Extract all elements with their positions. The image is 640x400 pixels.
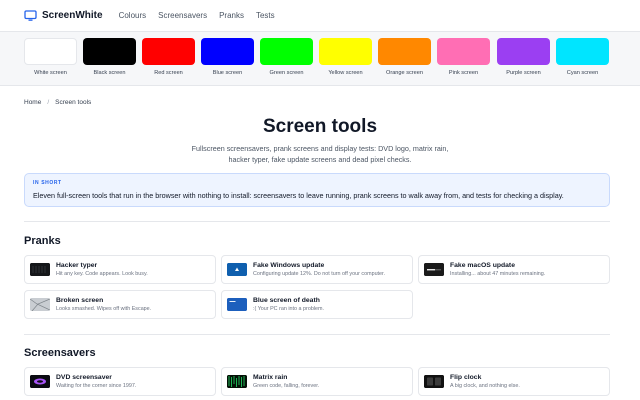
swatch-label: Red screen [154, 70, 183, 76]
page-subtitle: Fullscreen screensavers, prank screens a… [191, 144, 449, 164]
swatch-color[interactable] [260, 38, 313, 65]
section-divider [24, 334, 610, 335]
card-broken-screen[interactable]: Broken screen Looks smashed. Wipes off w… [24, 290, 216, 319]
swatch-color[interactable] [24, 38, 77, 65]
in-short-box: IN SHORT Eleven full-screen tools that r… [24, 173, 610, 207]
swatch-label: Orange screen [385, 70, 423, 76]
section-divider [24, 221, 610, 222]
card-title: Matrix rain [253, 374, 288, 381]
card-desc: Looks smashed. Wipes off with Escape. [56, 306, 152, 312]
card-flip-clock[interactable]: Flip clock A big clock, and nothing else… [418, 367, 610, 396]
breadcrumb-current: Screen tools [55, 99, 92, 106]
swatch-cyan[interactable]: Cyan screen [556, 38, 609, 76]
card-title: Hacker typer [56, 262, 98, 269]
swatch-label: Pink screen [448, 70, 479, 76]
nav-pranks[interactable]: Pranks [219, 11, 244, 20]
swatch-purple[interactable]: Purple screen [497, 38, 550, 76]
card-title: DVD screensaver [56, 374, 112, 381]
breadcrumb: Home / Screen tools [24, 99, 91, 106]
swatch-black[interactable]: Black screen [83, 38, 136, 76]
colour-swatch-bar: White screen Black screen Red screen Blu… [0, 32, 640, 86]
swatch-color[interactable] [319, 38, 372, 65]
card-desc: Waiting for the corner since 1997. [56, 383, 137, 389]
page-title: Screen tools [262, 116, 378, 137]
swatch-label: Blue screen [212, 70, 243, 76]
card-title: Flip clock [450, 374, 482, 381]
card-desc: Installing... about 47 minutes remaining… [450, 271, 546, 277]
section-title-pranks: Pranks [24, 235, 61, 247]
card-desc: A big clock, and nothing else. [450, 383, 520, 389]
swatch-label: Cyan screen [566, 70, 599, 76]
breadcrumb-home[interactable]: Home [24, 99, 41, 106]
card-title: Fake macOS update [450, 262, 515, 269]
monitor-icon [24, 9, 37, 22]
swatch-blue[interactable]: Blue screen [201, 38, 254, 76]
swatch-pink[interactable]: Pink screen [437, 38, 490, 76]
card-desc: :( Your PC ran into a problem. [253, 306, 325, 312]
swatch-color[interactable] [556, 38, 609, 65]
swatch-color[interactable] [378, 38, 431, 65]
dvd-logo-icon [30, 375, 50, 388]
card-fake-macos-update[interactable]: Fake macOS update Installing... about 47… [418, 255, 610, 284]
nav-screensavers[interactable]: Screensavers [158, 11, 207, 20]
swatch-yellow[interactable]: Yellow screen [319, 38, 372, 76]
swatch-color[interactable] [201, 38, 254, 65]
matrix-rain-icon [227, 375, 247, 388]
card-desc: Hit any key. Code appears. Look busy. [56, 271, 148, 277]
swatch-red[interactable]: Red screen [142, 38, 195, 76]
macos-update-icon [424, 263, 444, 276]
card-title: Blue screen of death [253, 297, 320, 304]
card-title: Broken screen [56, 297, 104, 304]
info-text: Eleven full-screen tools that run in the… [33, 191, 564, 200]
swatch-green[interactable]: Green screen [260, 38, 313, 76]
nav-colours[interactable]: Colours [119, 11, 147, 20]
card-fake-windows-update[interactable]: Fake Windows update Configuring update 1… [221, 255, 413, 284]
broken-screen-icon [30, 298, 50, 311]
card-title: Fake Windows update [253, 262, 325, 269]
card-dvd-screensaver[interactable]: DVD screensaver Waiting for the corner s… [24, 367, 216, 396]
swatch-orange[interactable]: Orange screen [378, 38, 431, 76]
hacker-terminal-icon [30, 263, 50, 276]
breadcrumb-separator: / [47, 99, 50, 106]
swatch-color[interactable] [497, 38, 550, 65]
card-blue-screen-of-death[interactable]: Blue screen of death :( Your PC ran into… [221, 290, 413, 319]
card-hacker-typer[interactable]: Hacker typer Hit any key. Code appears. … [24, 255, 216, 284]
section-title-screensavers: Screensavers [24, 347, 96, 359]
swatch-color[interactable] [437, 38, 490, 65]
top-nav: ScreenWhite Colours Screensavers Pranks … [0, 0, 640, 31]
app-name[interactable]: ScreenWhite [42, 10, 103, 21]
windows-update-icon [227, 263, 247, 276]
swatch-label: White screen [34, 70, 67, 76]
swatch-white[interactable]: White screen [24, 38, 77, 76]
swatch-label: Black screen [93, 70, 126, 76]
card-matrix-rain[interactable]: Matrix rain Green code, falling, forever… [221, 367, 413, 396]
swatch-color[interactable] [142, 38, 195, 65]
card-desc: Green code, falling, forever. [253, 383, 320, 389]
swatch-label: Yellow screen [328, 70, 363, 76]
nav-tests[interactable]: Tests [256, 11, 275, 20]
flip-clock-icon [424, 375, 444, 388]
bsod-icon [227, 298, 247, 311]
swatch-label: Purple screen [506, 70, 541, 76]
swatch-label: Green screen [269, 70, 304, 76]
swatch-color[interactable] [83, 38, 136, 65]
info-label: IN SHORT [33, 180, 62, 186]
card-desc: Configuring update 12%. Do not turn off … [253, 271, 386, 277]
